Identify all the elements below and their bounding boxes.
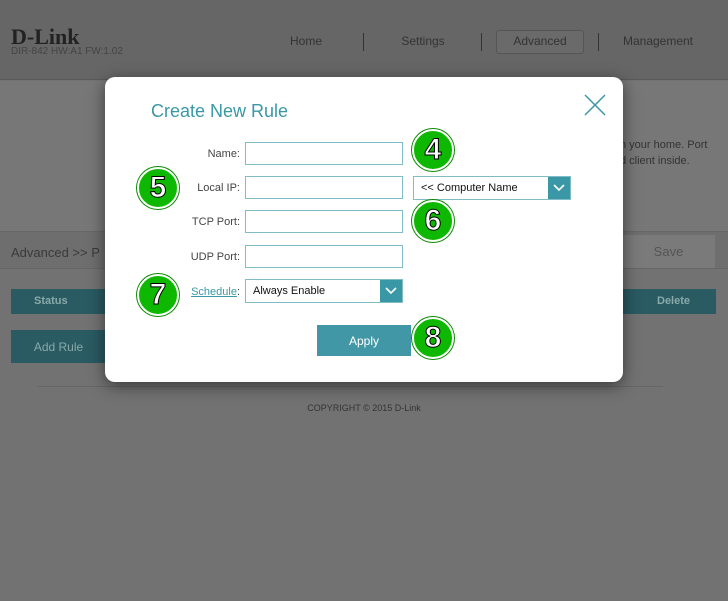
computer-name-select[interactable]: << Computer Name [413,176,571,200]
divider [37,386,663,387]
name-label: Name: [207,148,240,160]
hero-line: n your home. Port [620,139,708,151]
hero-description: n your home. Port d client inside. [620,137,707,169]
model-info: DIR-842 HW:A1 FW:1.02 [11,46,123,57]
tcp-port-input[interactable] [245,210,403,233]
step-badge-4: 4 [412,129,454,171]
add-rule-button[interactable]: Add Rule [11,330,106,363]
schedule-select[interactable]: Always Enable [245,279,403,303]
step-badge-5: 5 [137,167,179,209]
column-status: Status [34,295,68,307]
nav-divider [481,33,482,51]
close-icon[interactable] [584,94,606,116]
dialog-title: Create New Rule [151,101,289,121]
udp-port-input[interactable] [245,245,403,268]
chevron-down-icon[interactable] [548,177,570,199]
hero-line: d client inside. [620,155,690,167]
chevron-down-icon[interactable] [380,280,402,302]
schedule-colon: : [236,286,240,298]
nav-management[interactable]: Management [615,34,701,48]
nav-advanced[interactable]: Advanced [496,34,584,48]
apply-button[interactable]: Apply [317,325,411,356]
step-badge-6: 6 [412,200,454,242]
local-ip-input[interactable] [245,176,403,199]
nav-home[interactable]: Home [276,34,336,48]
breadcrumb: Advanced >> P [11,245,100,260]
nav-divider [363,33,364,51]
computer-name-value: << Computer Name [421,182,518,194]
copyright: COPYRIGHT © 2015 D-Link [307,403,421,413]
save-button[interactable]: Save [622,235,715,268]
udp-port-label: UDP Port: [190,251,240,263]
step-badge-8: 8 [412,317,454,359]
nav-settings[interactable]: Settings [388,34,458,48]
nav-divider [598,33,599,51]
name-input[interactable] [245,142,403,165]
tcp-port-label: TCP Port: [191,216,240,228]
column-delete: Delete [657,295,691,307]
schedule-link[interactable]: Schedule [191,286,237,298]
step-badge-7: 7 [137,274,179,316]
schedule-value: Always Enable [253,285,326,297]
